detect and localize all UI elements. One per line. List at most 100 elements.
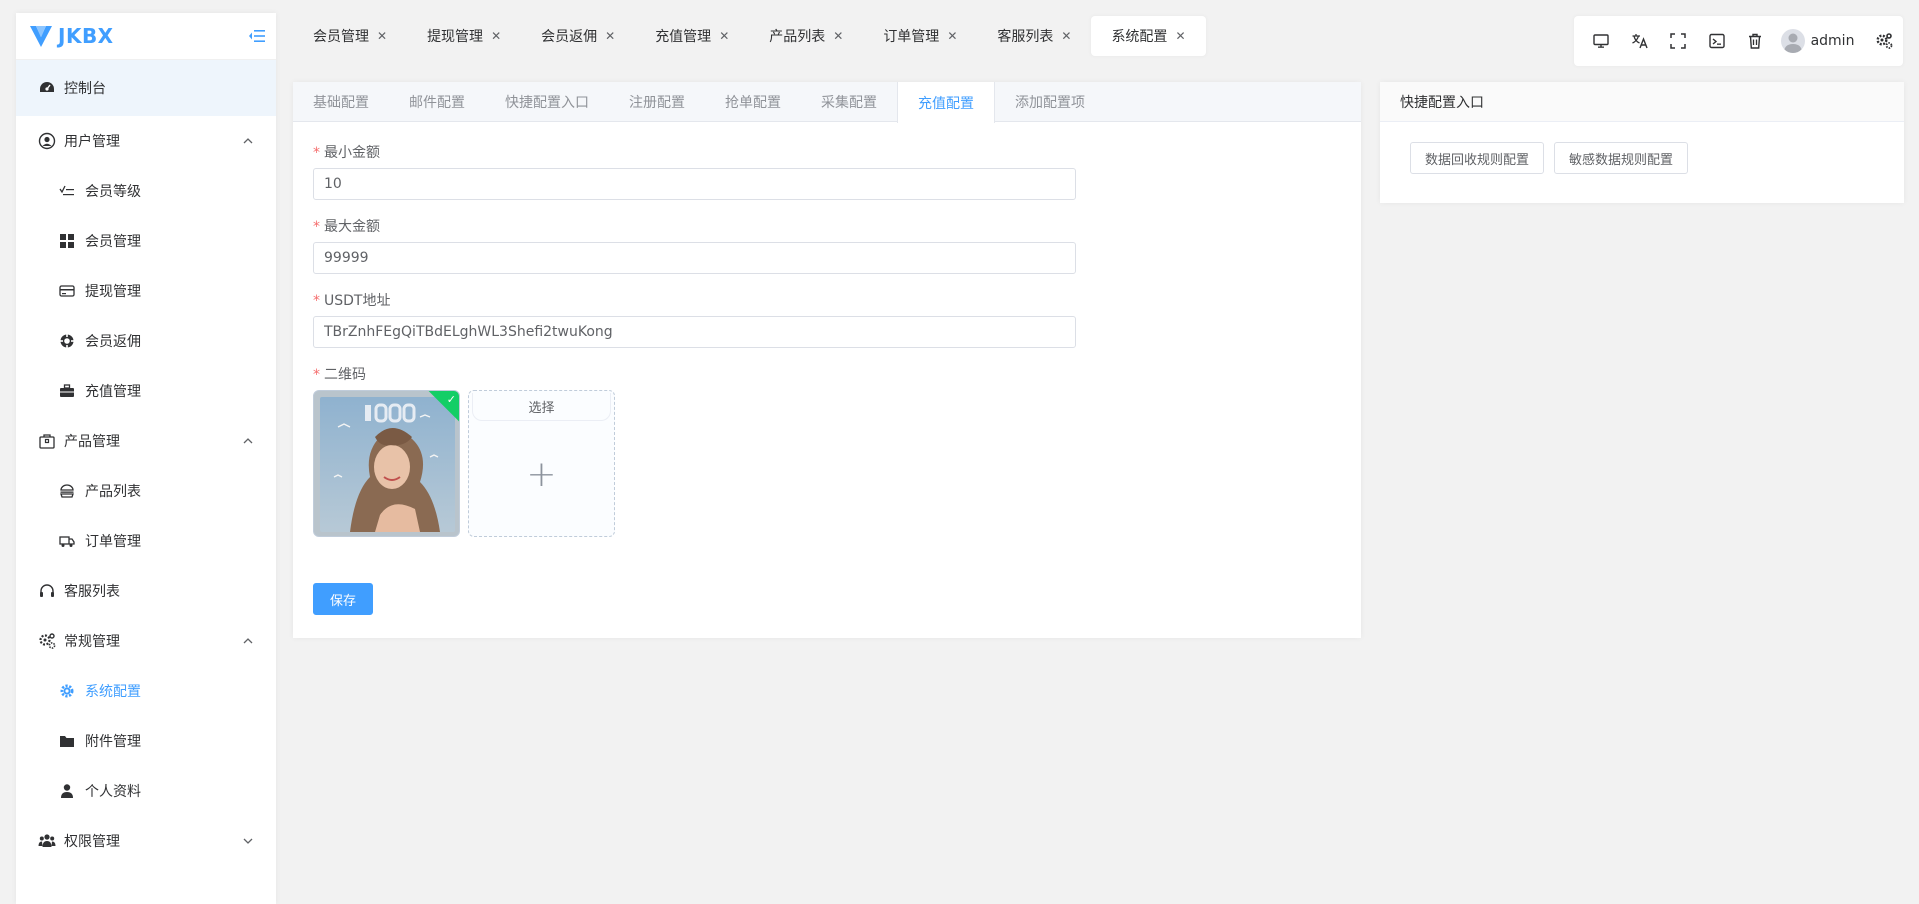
tab-member-manage[interactable]: 会员管理 ✕ (293, 16, 407, 56)
sidebar-item-profile[interactable]: 个人资料 (16, 766, 276, 816)
required-mark: * (313, 367, 320, 383)
close-icon[interactable]: ✕ (1175, 29, 1185, 43)
sidebar-item-recharge[interactable]: 充值管理 (16, 366, 276, 416)
logo-shield-icon (30, 26, 52, 47)
field-label: * 二维码 (313, 364, 1341, 386)
tab-label: 会员返佣 (541, 29, 598, 45)
user-menu[interactable]: admin (1780, 29, 1855, 53)
top-toolbar: admin (1574, 16, 1903, 66)
qrcode-image-thumbnail[interactable]: ✓ (313, 390, 460, 537)
subtab-add-item[interactable]: 添加配置项 (995, 82, 1105, 122)
sidebar-item-label: 会员等级 (85, 184, 141, 200)
tab-withdraw[interactable]: 提现管理 ✕ (407, 16, 521, 56)
chevron-up-icon (243, 638, 253, 644)
subtab-basic[interactable]: 基础配置 (293, 82, 389, 122)
tab-commission[interactable]: 会员返佣 ✕ (521, 16, 635, 56)
form-item-qrcode: * 二维码 ✓ 选择 + (313, 364, 1341, 537)
sidebar-group-general[interactable]: 常规管理 (16, 616, 276, 666)
close-icon[interactable]: ✕ (1061, 29, 1071, 43)
save-button[interactable]: 保存 (313, 583, 373, 615)
subtab-collect[interactable]: 采集配置 (801, 82, 897, 122)
close-icon[interactable]: ✕ (491, 29, 501, 43)
close-icon[interactable]: ✕ (377, 29, 387, 43)
folder-icon (59, 733, 75, 749)
sidebar-item-attachments[interactable]: 附件管理 (16, 716, 276, 766)
person-icon (59, 783, 75, 799)
sidebar-item-label: 订单管理 (85, 534, 141, 550)
usdt-address-label: USDT地址 (324, 293, 391, 309)
subtab-grab-order[interactable]: 抢单配置 (705, 82, 801, 122)
qrcode-label: 二维码 (324, 367, 366, 383)
sidebar-group-permissions[interactable]: 权限管理 (16, 816, 276, 866)
burger-icon (59, 483, 75, 499)
tab-system-config[interactable]: 系统配置 ✕ (1091, 16, 1206, 56)
form-item-usdt-address: * USDT地址 (313, 290, 1341, 348)
subtab-quick-entry[interactable]: 快捷配置入口 (485, 82, 609, 122)
sidebar-item-member-level[interactable]: 会员等级 (16, 166, 276, 216)
username: admin (1810, 33, 1855, 49)
sidebar-item-commission[interactable]: 会员返佣 (16, 316, 276, 366)
fullscreen-icon (1670, 33, 1687, 49)
translate-button[interactable] (1621, 21, 1660, 61)
tab-product-list[interactable]: 产品列表 ✕ (749, 16, 863, 56)
min-amount-input[interactable] (313, 168, 1076, 200)
monitor-button[interactable] (1582, 21, 1621, 61)
settings-button[interactable] (1864, 21, 1903, 61)
sidebar-item-withdraw[interactable]: 提现管理 (16, 266, 276, 316)
cogs-icon (1876, 33, 1893, 49)
usdt-address-input[interactable] (313, 316, 1076, 348)
sidebar-item-product-list[interactable]: 产品列表 (16, 466, 276, 516)
headset-icon (38, 582, 56, 600)
sidebar-item-label: 产品管理 (64, 434, 120, 450)
tab-label: 充值管理 (655, 29, 712, 45)
tab-recharge[interactable]: 充值管理 ✕ (635, 16, 749, 56)
users-icon (38, 832, 56, 850)
tab-customer-service[interactable]: 客服列表 ✕ (977, 16, 1091, 56)
sidebar-item-dashboard[interactable]: 控制台 (16, 60, 276, 116)
sidebar-item-label: 系统配置 (85, 684, 141, 700)
sidebar-item-label: 会员管理 (85, 234, 141, 250)
qrcode-select-button[interactable]: 选择 + (468, 390, 615, 537)
sidebar-item-member-manage[interactable]: 会员管理 (16, 216, 276, 266)
tab-label: 订单管理 (883, 29, 940, 45)
sidebar: JKBX 控制台 用户管理 会员等级 会员管理 提现管理 会员返佣 充值管理 产… (16, 13, 276, 904)
close-icon[interactable]: ✕ (947, 29, 957, 43)
menu-fold-icon[interactable] (248, 27, 266, 45)
sidebar-item-customer-service[interactable]: 客服列表 (16, 566, 276, 616)
tab-label: 提现管理 (427, 29, 484, 45)
close-icon[interactable]: ✕ (605, 29, 615, 43)
subtab-register[interactable]: 注册配置 (609, 82, 705, 122)
max-amount-input[interactable] (313, 242, 1076, 274)
sidebar-item-label: 客服列表 (64, 584, 120, 600)
quick-config-body: 数据回收规则配置 敏感数据规则配置 (1380, 122, 1904, 194)
sidebar-item-label: 用户管理 (64, 134, 120, 150)
sidebar-item-label: 提现管理 (85, 284, 141, 300)
quick-config-title: 快捷配置入口 (1380, 82, 1904, 122)
terminal-button[interactable] (1698, 21, 1737, 61)
sidebar-item-orders[interactable]: 订单管理 (16, 516, 276, 566)
clear-cache-button[interactable] (1736, 21, 1775, 61)
fullscreen-button[interactable] (1659, 21, 1698, 61)
subtab-email[interactable]: 邮件配置 (389, 82, 485, 122)
close-icon[interactable]: ✕ (719, 29, 729, 43)
sidebar-group-users[interactable]: 用户管理 (16, 116, 276, 166)
field-label: * USDT地址 (313, 290, 1341, 312)
qrcode-upload-list: ✓ 选择 + (313, 390, 1341, 537)
package-icon (38, 432, 56, 450)
sidebar-item-system-config[interactable]: 系统配置 (16, 666, 276, 716)
sidebar-group-products[interactable]: 产品管理 (16, 416, 276, 466)
user-circle-icon (38, 132, 56, 150)
close-icon[interactable]: ✕ (833, 29, 843, 43)
data-recycle-rule-button[interactable]: 数据回收规则配置 (1410, 142, 1545, 174)
tab-orders[interactable]: 订单管理 ✕ (863, 16, 977, 56)
subtab-recharge[interactable]: 充值配置 (897, 82, 995, 123)
sidebar-item-label: 会员返佣 (85, 334, 141, 350)
field-label: * 最大金额 (313, 216, 1341, 238)
card-icon (59, 283, 75, 299)
sensitive-data-rule-button[interactable]: 敏感数据规则配置 (1554, 142, 1689, 174)
min-amount-label: 最小金额 (324, 145, 380, 161)
truck-icon (59, 533, 75, 549)
qrcode-image (320, 397, 455, 532)
sidebar-item-label: 常规管理 (64, 634, 120, 650)
briefcase-icon (59, 383, 75, 399)
